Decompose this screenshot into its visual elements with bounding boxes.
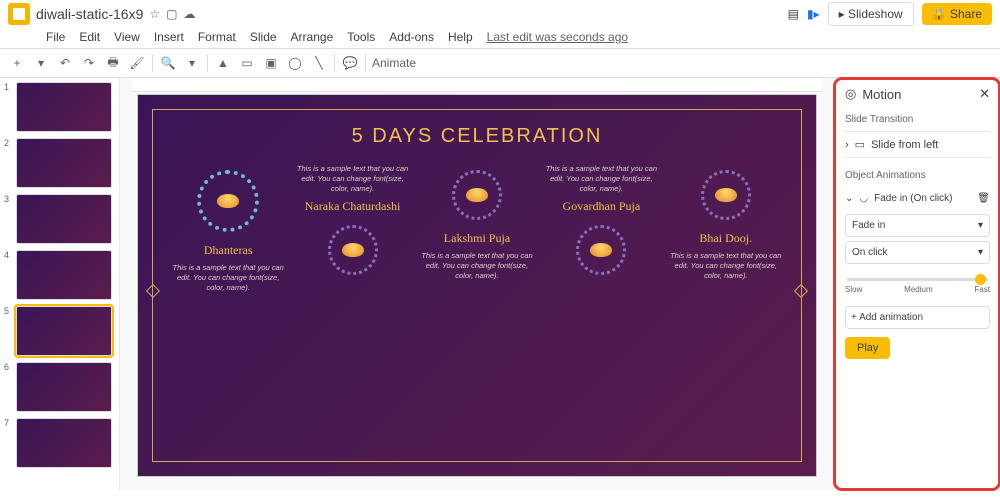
chevron-down-icon[interactable]: ▾ bbox=[32, 56, 50, 70]
menu-slide[interactable]: Slide bbox=[250, 30, 277, 44]
menu-addons[interactable]: Add-ons bbox=[389, 30, 434, 44]
comment-history-icon[interactable]: ▤ bbox=[788, 7, 799, 21]
thumb-7[interactable] bbox=[16, 418, 112, 468]
menu-view[interactable]: View bbox=[114, 30, 140, 44]
meet-icon[interactable]: ▮▸ bbox=[807, 7, 820, 21]
slide-thumbnails: 1 2 3 4 5 6 7 bbox=[0, 78, 120, 490]
chevron-right-icon: › bbox=[845, 139, 849, 151]
add-animation-button[interactable]: + Add animation bbox=[845, 306, 990, 329]
diya-obj-icon: ◡ bbox=[859, 193, 868, 204]
thumb-4[interactable] bbox=[16, 250, 112, 300]
last-edit-link[interactable]: Last edit was seconds ago bbox=[487, 30, 628, 44]
transition-row[interactable]: › ▭ Slide from left bbox=[845, 131, 990, 158]
toolbar: + ▾ ↶ ↷ 🖶 🖌 🔍 ▾ ▲ ▭ ▣ ◯ ╲ 💬 Animate bbox=[0, 48, 1000, 78]
paint-format-icon[interactable]: 🖌 bbox=[128, 56, 146, 70]
thumb-3[interactable] bbox=[16, 194, 112, 244]
menu-arrange[interactable]: Arrange bbox=[291, 30, 334, 44]
zoom-icon[interactable]: 🔍 bbox=[159, 56, 177, 70]
play-button[interactable]: Play bbox=[845, 337, 890, 359]
star-icon[interactable]: ☆ bbox=[149, 7, 160, 21]
close-icon[interactable]: ✕ bbox=[979, 86, 990, 102]
trigger-select[interactable]: On click▾ bbox=[845, 241, 990, 264]
motion-panel: ◎ Motion ✕ Slide Transition › ▭ Slide fr… bbox=[834, 78, 1000, 490]
line-icon[interactable]: ╲ bbox=[310, 56, 328, 70]
document-title[interactable]: diwali-static-16x9 bbox=[36, 6, 143, 22]
motion-panel-title: Motion bbox=[862, 87, 901, 102]
chevron-down-icon: ⌄ bbox=[845, 193, 853, 204]
shape-icon[interactable]: ◯ bbox=[286, 56, 304, 70]
menu-format[interactable]: Format bbox=[198, 30, 236, 44]
canvas-area: 5 DAYS CELEBRATION DhanterasThis is a sa… bbox=[120, 78, 834, 490]
thumb-5[interactable] bbox=[16, 306, 112, 356]
chevron-down-icon: ▾ bbox=[978, 220, 983, 231]
cloud-icon[interactable]: ☁ bbox=[183, 7, 195, 21]
menu-help[interactable]: Help bbox=[448, 30, 473, 44]
delete-icon[interactable]: 🗑 bbox=[977, 193, 990, 204]
undo-icon[interactable]: ↶ bbox=[56, 56, 74, 70]
thumb-2[interactable] bbox=[16, 138, 112, 188]
move-icon[interactable]: ▢ bbox=[166, 7, 177, 21]
effect-select[interactable]: Fade in▾ bbox=[845, 214, 990, 237]
object-animations-label: Object Animations bbox=[845, 170, 990, 181]
select-tool-icon[interactable]: ▲ bbox=[214, 56, 232, 70]
thumb-6[interactable] bbox=[16, 362, 112, 412]
menu-bar: File Edit View Insert Format Slide Arran… bbox=[0, 28, 1000, 48]
slide-transition-label: Slide Transition bbox=[845, 114, 990, 125]
animation-item[interactable]: ⌄ ◡ Fade in (On click) 🗑 bbox=[845, 187, 990, 210]
chevron-down-icon: ▾ bbox=[978, 247, 983, 258]
image-icon[interactable]: ▣ bbox=[262, 56, 280, 70]
menu-file[interactable]: File bbox=[46, 30, 65, 44]
motion-icon: ◎ bbox=[845, 86, 856, 102]
animate-button[interactable]: Animate bbox=[372, 56, 416, 70]
new-slide-icon[interactable]: + bbox=[8, 56, 26, 70]
comment-icon[interactable]: 💬 bbox=[341, 56, 359, 70]
menu-tools[interactable]: Tools bbox=[347, 30, 375, 44]
thumb-1[interactable] bbox=[16, 82, 112, 132]
slides-app-icon bbox=[8, 3, 30, 25]
slide-canvas[interactable]: 5 DAYS CELEBRATION DhanterasThis is a sa… bbox=[137, 94, 817, 477]
slideshow-button[interactable]: ▸ Slideshow bbox=[828, 2, 914, 26]
redo-icon[interactable]: ↷ bbox=[80, 56, 98, 70]
print-icon[interactable]: 🖶 bbox=[104, 53, 122, 74]
share-button[interactable]: 🔒 Share bbox=[922, 3, 992, 25]
menu-edit[interactable]: Edit bbox=[79, 30, 100, 44]
horizontal-ruler bbox=[132, 78, 822, 92]
speed-slider[interactable] bbox=[847, 278, 988, 281]
menu-insert[interactable]: Insert bbox=[154, 30, 184, 44]
chevron-down-icon[interactable]: ▾ bbox=[183, 56, 201, 70]
slide-icon: ▭ bbox=[855, 138, 865, 151]
textbox-icon[interactable]: ▭ bbox=[238, 56, 256, 70]
